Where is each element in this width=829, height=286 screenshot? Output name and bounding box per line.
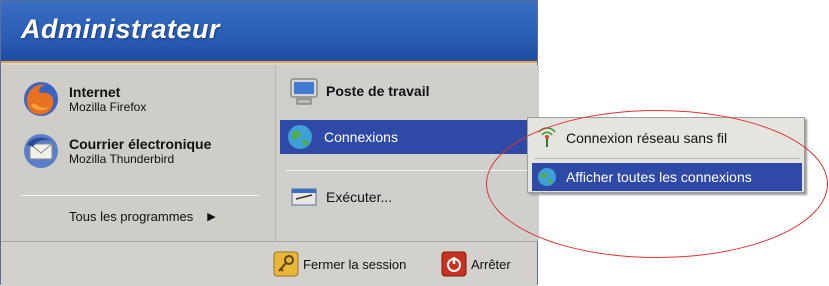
show-all-connections-item[interactable]: Afficher toutes les connexions [532,163,802,191]
all-programs-button[interactable]: Tous les programmes ▶ [69,209,216,224]
connections-label: Connexions [324,129,398,145]
pinned-item-title: Internet [69,84,121,100]
wireless-connection-item[interactable]: Connexion réseau sans fil [532,124,802,152]
logoff-label: Fermer la session [303,256,407,272]
divider [286,170,530,171]
run-icon [291,188,317,206]
logoff-button[interactable]: Fermer la session [273,251,406,277]
thunderbird-icon [24,134,58,168]
show-all-connections-label: Afficher toutes les connexions [566,169,752,185]
connections-submenu: Connexion réseau sans fil Afficher toute… [527,117,805,193]
my-computer-label: Poste de travail [326,83,430,99]
divider [534,158,800,159]
network-globe-icon [288,125,312,149]
pinned-item-subtitle: Mozilla Firefox [69,100,147,114]
run-command-link[interactable]: Exécuter... [288,181,392,213]
shutdown-label: Arrêter [471,256,511,272]
shutdown-button[interactable]: Arrêter [441,251,511,277]
my-computer-link[interactable]: Poste de travail [288,75,430,107]
arrow-right-icon: ▶ [207,211,216,223]
system-links-panel: Poste de travail Connexions ▶ Exécuter..… [275,65,539,241]
user-name: Administrateur [21,14,221,44]
divider [21,195,259,196]
pinned-programs-panel: Internet Mozilla Firefox Courrier électr… [1,65,275,241]
wireless-connection-label: Connexion réseau sans fil [566,130,728,146]
pinned-item-email[interactable]: Courrier électronique Mozilla Thunderbir… [21,131,211,171]
pinned-item-internet[interactable]: Internet Mozilla Firefox [21,79,146,119]
start-menu-header: Administrateur [1,1,537,63]
all-programs-label: Tous les programmes [69,209,194,224]
firefox-icon [24,82,58,116]
run-label: Exécuter... [326,189,393,205]
wireless-icon [538,127,556,147]
connections-menu-item[interactable]: Connexions ▶ [280,120,538,154]
start-menu: Administrateur Internet Mozilla Firefox … [0,0,539,286]
network-connections-icon [538,168,556,186]
key-icon [273,251,299,277]
power-icon [441,251,467,277]
start-menu-footer: Fermer la session Arrêter [1,241,537,286]
pinned-item-subtitle: Mozilla Thunderbird [69,152,175,166]
computer-icon [290,78,318,105]
pinned-item-title: Courrier électronique [69,136,212,152]
